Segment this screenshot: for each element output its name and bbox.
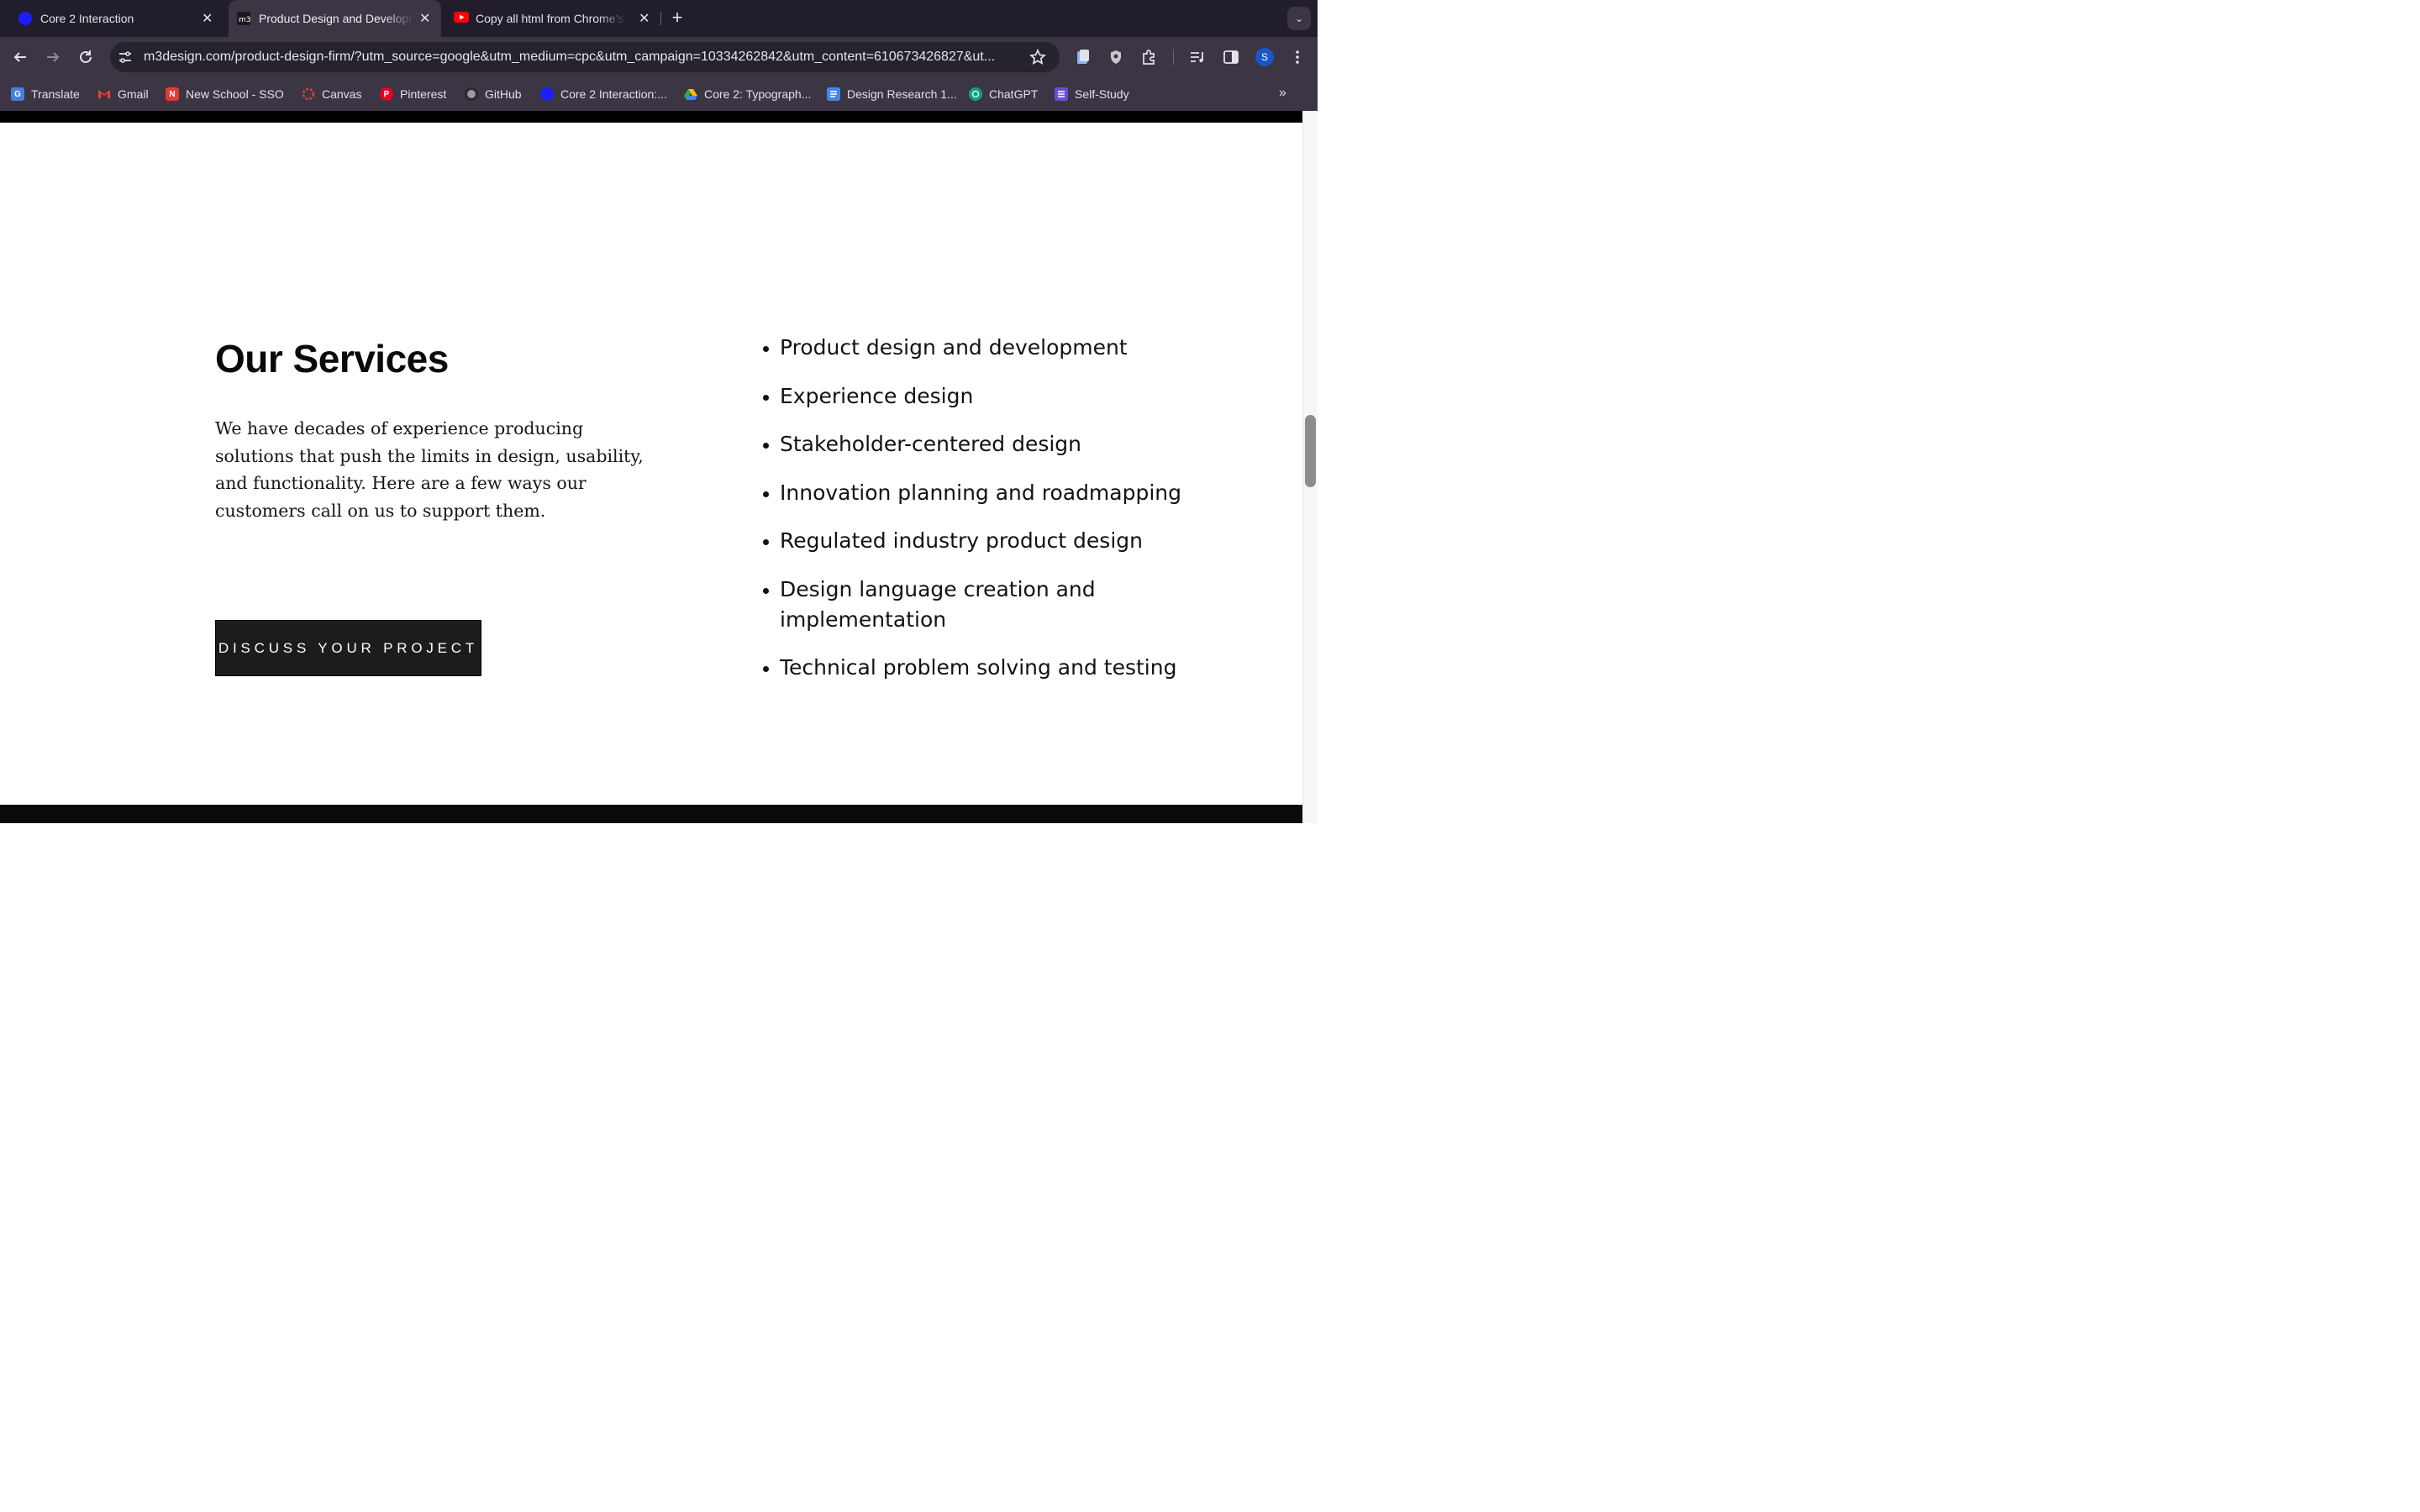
forward-arrow-icon[interactable] (43, 47, 63, 67)
bookmark-label: Translate (31, 87, 80, 101)
blue-circle-icon (540, 87, 554, 101)
pinterest-icon: P (380, 87, 393, 101)
previous-section-band (0, 111, 1302, 123)
extensions-puzzle-icon[interactable] (1139, 47, 1160, 67)
bookmark-core-2-interaction[interactable]: Core 2 Interaction:... (540, 86, 667, 102)
bookmark-label: Canvas (322, 87, 362, 101)
services-list-item: Design language creation and implementat… (761, 575, 1123, 635)
google-docs-icon (827, 87, 840, 101)
back-arrow-icon[interactable] (10, 47, 30, 67)
youtube-favicon-icon (454, 12, 469, 25)
bookmark-gmail[interactable]: Gmail (97, 86, 149, 102)
profile-avatar[interactable]: S (1255, 48, 1274, 66)
bookmark-star-icon[interactable] (1029, 48, 1046, 66)
bookmark-label: ChatGPT (989, 87, 1039, 101)
tab-copy-all-html[interactable]: Copy all html from Chrome's I ✕ (454, 0, 655, 37)
media-controls-icon[interactable] (1188, 47, 1208, 67)
bookmark-label: Gmail (118, 87, 149, 101)
services-list: Product design and development Experienc… (761, 333, 1232, 701)
services-list-item: Technical problem solving and testing (761, 653, 1232, 683)
bookmark-design-research[interactable]: Design Research 1... (827, 86, 957, 102)
reload-icon[interactable] (76, 47, 96, 67)
site-settings-icon[interactable] (118, 50, 132, 64)
svg-text:m3: m3 (239, 16, 250, 24)
services-list-item: Regulated industry product design (761, 526, 1232, 556)
tab-core-2-interaction[interactable]: Core 2 Interaction ✕ (18, 0, 229, 37)
close-tab-icon[interactable]: ✕ (419, 10, 430, 27)
bookmarks-bar: G Translate Gmail N New School - SSO Can… (0, 77, 1318, 111)
bookmark-label: Core 2: Typograph... (704, 87, 812, 101)
close-tab-icon[interactable]: ✕ (202, 10, 213, 27)
url-text[interactable]: m3design.com/product-design-firm/?utm_so… (144, 50, 1022, 65)
bookmark-label: Pinterest (400, 87, 447, 101)
m3-favicon-icon: m3 (237, 12, 251, 25)
scrollbar-thumb[interactable] (1305, 415, 1316, 487)
close-tab-icon[interactable]: ✕ (639, 10, 650, 27)
tab-title: Product Design and Development (259, 12, 414, 25)
bookmark-self-study[interactable]: Self-Study (1055, 86, 1129, 102)
bookmark-new-school[interactable]: N New School - SSO (166, 86, 284, 102)
browser-toolbar: m3design.com/product-design-firm/?utm_so… (0, 37, 1318, 77)
translate-icon: G (11, 87, 24, 101)
next-section-band (0, 805, 1302, 823)
google-drive-icon (684, 87, 697, 101)
new-school-icon: N (166, 87, 179, 101)
extension-shield-icon[interactable] (1106, 47, 1126, 67)
services-list-item: Experience design (761, 381, 1232, 412)
bookmark-label: Core 2 Interaction:... (560, 87, 667, 101)
toolbar-divider (1173, 50, 1174, 65)
tab-search-chevron-icon[interactable]: ⌄ (1287, 7, 1311, 30)
side-panel-icon[interactable] (1221, 47, 1241, 67)
address-bar[interactable]: m3design.com/product-design-firm/?utm_so… (110, 42, 1060, 72)
new-tab-icon[interactable]: + (668, 8, 687, 27)
github-icon (465, 87, 478, 101)
bookmarks-overflow-chevron-icon[interactable]: » (1279, 86, 1286, 101)
services-heading: Our Services (215, 337, 449, 381)
bookmark-label: GitHub (485, 87, 522, 101)
bookmark-core-2-typography[interactable]: Core 2: Typograph... (684, 86, 811, 102)
bookmark-label: Self-Study (1075, 87, 1129, 101)
services-list-item: Product design and development (761, 333, 1232, 363)
bookmark-translate[interactable]: G Translate (11, 86, 80, 102)
chatgpt-icon (969, 87, 982, 101)
services-list-item: Innovation planning and roadmapping (761, 478, 1232, 508)
discuss-project-button[interactable]: DISCUSS YOUR PROJECT (215, 620, 481, 676)
services-intro: We have decades of experience producing … (215, 418, 644, 521)
services-list-item: Stakeholder-centered design (761, 429, 1232, 459)
bookmark-github[interactable]: GitHub (465, 86, 522, 102)
tab-separator (660, 12, 661, 25)
tab-title: Copy all html from Chrome's I (476, 12, 627, 25)
bookmark-label: Design Research 1... (847, 87, 957, 101)
bookmark-label: New School - SSO (186, 87, 284, 101)
gmail-icon (97, 87, 111, 101)
blue-circle-favicon-icon (18, 12, 32, 25)
more-menu-icon[interactable] (1287, 47, 1307, 67)
canvas-icon (302, 87, 315, 101)
bookmark-chatgpt[interactable]: ChatGPT (969, 86, 1038, 102)
list-icon (1055, 87, 1068, 101)
tab-strip: Core 2 Interaction ✕ m3 Product Design a… (0, 0, 1318, 37)
tab-title: Core 2 Interaction (40, 12, 134, 25)
bookmark-canvas[interactable]: Canvas (302, 86, 361, 102)
extension-clipboard-icon[interactable] (1073, 47, 1093, 67)
tab-product-design[interactable]: m3 Product Design and Development ✕ (229, 0, 441, 37)
page-viewport: Our Services We have decades of experien… (0, 111, 1318, 823)
bookmark-pinterest[interactable]: P Pinterest (380, 86, 446, 102)
